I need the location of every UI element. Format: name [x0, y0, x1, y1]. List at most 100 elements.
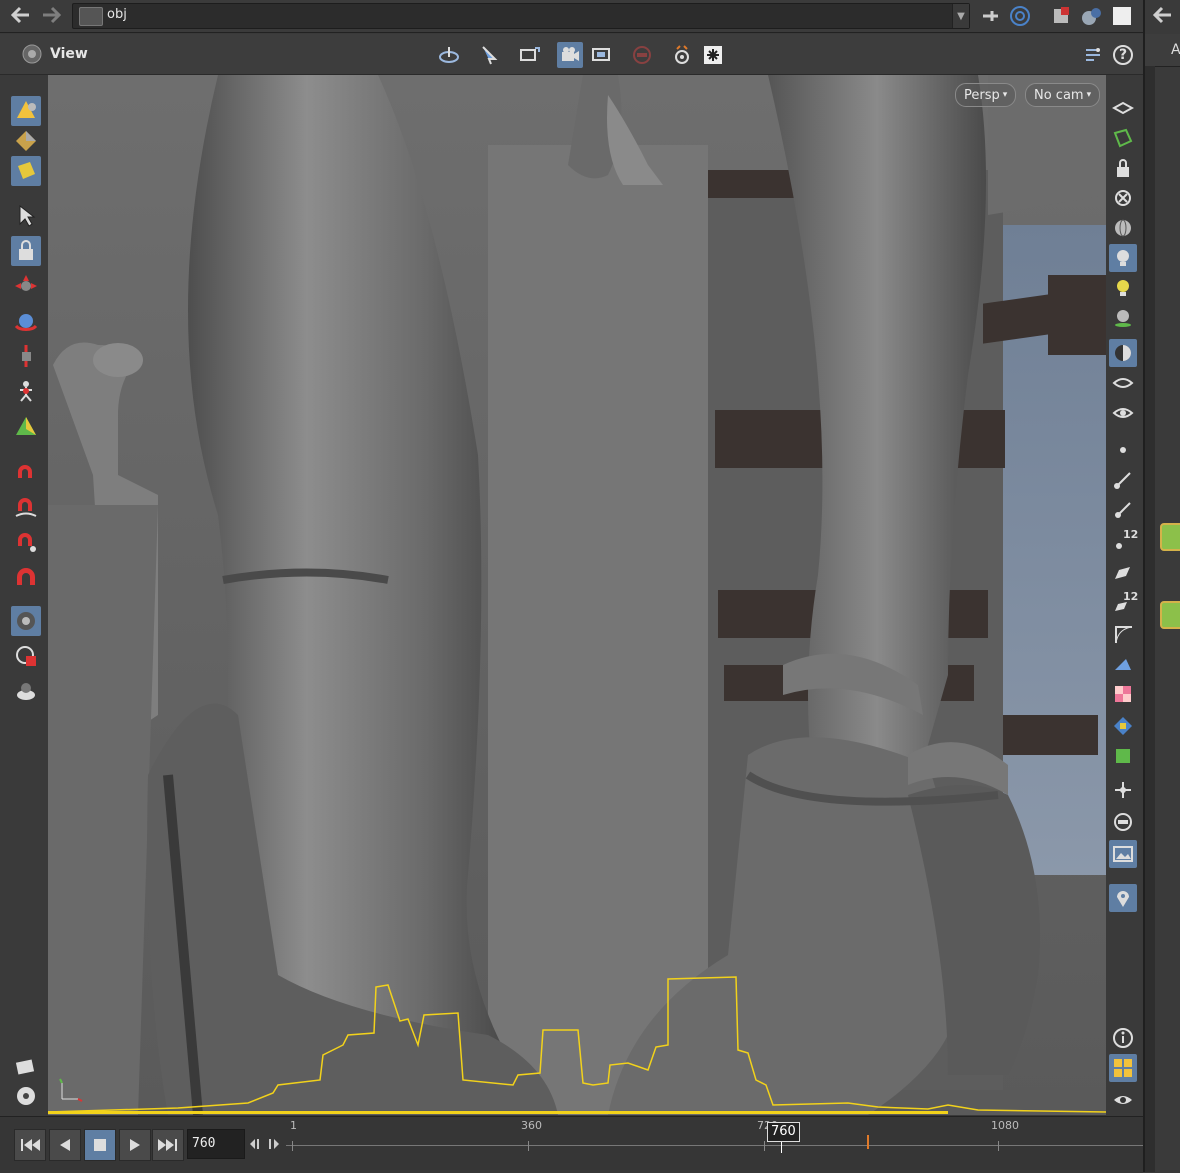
parameter-tab-green-b[interactable] — [1160, 601, 1180, 629]
high-quality-lighting-icon[interactable] — [1109, 304, 1137, 332]
scene-cube-icon[interactable] — [1050, 4, 1074, 28]
network-path-bar: obj ▼ — [0, 0, 1180, 33]
3d-viewport[interactable]: Persp ▾ No cam ▾ — [48, 75, 1106, 1115]
notes-tool-icon[interactable] — [11, 1051, 41, 1081]
point-numbers-icon[interactable]: 12 — [1109, 526, 1139, 554]
background-image-icon[interactable] — [1109, 840, 1137, 868]
render-flipbook-icon[interactable] — [700, 42, 726, 68]
point-numbers-count: 12 — [1123, 528, 1139, 541]
snap-point-magnet-icon[interactable] — [11, 526, 41, 556]
projection-menu[interactable]: Persp ▾ — [955, 83, 1017, 107]
target-link-icon[interactable] — [1008, 4, 1032, 28]
pointer-tool-icon[interactable] — [11, 201, 41, 231]
snap-curve-magnet-icon[interactable] — [11, 491, 41, 521]
jump-to-start-icon[interactable] — [14, 1129, 46, 1161]
jump-to-end-icon[interactable] — [152, 1129, 184, 1161]
play-forward-icon[interactable] — [119, 1129, 151, 1161]
select-objects-icon[interactable] — [11, 96, 41, 126]
wireframe-sphere-icon[interactable] — [1109, 214, 1137, 242]
view-menu-icon[interactable] — [20, 42, 44, 66]
transform-handles-display-icon[interactable] — [1109, 776, 1137, 804]
step-forward-icon[interactable] — [266, 1137, 282, 1155]
select-geometry-icon[interactable] — [11, 126, 41, 156]
ghost-objects-icon[interactable] — [629, 42, 655, 68]
help-label: ? — [1118, 47, 1128, 63]
film-reel-icon[interactable] — [11, 1081, 41, 1111]
transform-handles-icon[interactable] — [516, 42, 542, 68]
visibility-eye-icon[interactable] — [1109, 1086, 1137, 1114]
backface-display-icon[interactable] — [1109, 650, 1137, 678]
maximize-pane-icon[interactable] — [1110, 4, 1134, 28]
camera-lock-icon[interactable] — [557, 42, 583, 68]
major-tick — [528, 1141, 529, 1151]
snapshot-camera-icon[interactable] — [669, 42, 695, 68]
adjacent-back-arrow-icon[interactable] — [1152, 6, 1173, 28]
network-path-text: obj — [107, 7, 127, 22]
safe-area-icon[interactable] — [1109, 808, 1137, 836]
major-tick — [292, 1141, 293, 1151]
headlight-icon[interactable] — [1109, 244, 1137, 272]
visualizer-options-icon[interactable] — [1109, 399, 1137, 427]
cop-texture-icon[interactable] — [1109, 712, 1137, 740]
step-back-icon[interactable] — [248, 1137, 264, 1155]
primitive-numbers-icon[interactable]: 12 — [1109, 588, 1138, 616]
scene-render — [48, 75, 1106, 1115]
help-icon[interactable]: ? — [1110, 42, 1136, 68]
scale-tool-icon[interactable] — [11, 341, 41, 371]
visualizer-eye-icon[interactable] — [1109, 369, 1137, 397]
camera-menu[interactable]: No cam ▾ — [1025, 83, 1101, 107]
location-pin-icon[interactable] — [1109, 884, 1137, 912]
shading-spheres-icon[interactable] — [1080, 4, 1104, 28]
rotate-tool-icon[interactable] — [11, 306, 41, 336]
snap-magnet-icon[interactable] — [11, 561, 41, 591]
projection-label: Persp — [964, 87, 1000, 103]
viewport-display-icon[interactable] — [588, 42, 614, 68]
shaded-display-icon[interactable] — [1109, 339, 1137, 367]
hide-display-icon[interactable] — [1109, 184, 1137, 212]
volume-display-icon[interactable] — [1109, 742, 1137, 770]
point-normal-icon[interactable] — [1109, 466, 1137, 494]
point-trail-icon[interactable] — [1109, 496, 1137, 524]
light-bulb-tool-icon[interactable] — [11, 676, 41, 706]
snap-grid-magnet-icon[interactable] — [11, 456, 41, 486]
current-frame-input[interactable] — [187, 1129, 245, 1159]
primitive-display-icon[interactable] — [1109, 558, 1137, 586]
normal-lighting-icon[interactable] — [1109, 274, 1137, 302]
adjacent-pane: Ac — [1143, 0, 1180, 1172]
back-arrow-icon[interactable] — [8, 4, 34, 26]
camera-label: No cam — [1034, 87, 1084, 103]
network-path-field[interactable]: obj ▼ — [72, 3, 970, 29]
play-backward-icon[interactable] — [49, 1129, 81, 1161]
viewport-layout-icon[interactable] — [1109, 1054, 1137, 1082]
forward-arrow-icon[interactable] — [38, 4, 64, 26]
select-tool-icon[interactable] — [476, 42, 502, 68]
lock-transform-icon[interactable] — [11, 236, 41, 266]
adjacent-pane-label: Ac — [1171, 42, 1180, 58]
layers-display-icon[interactable] — [1109, 94, 1137, 122]
uv-checker-icon[interactable] — [1109, 680, 1137, 708]
viewport-camera-icon[interactable] — [11, 606, 41, 636]
path-dropdown-arrow-icon[interactable]: ▼ — [952, 4, 969, 28]
playhead-frame-flag: 760 — [767, 1122, 800, 1142]
parameter-tab-green-a[interactable] — [1160, 523, 1180, 551]
point-display-icon[interactable] — [1109, 436, 1137, 464]
move-tool-icon[interactable] — [11, 271, 41, 301]
lock-display-icon[interactable] — [1109, 154, 1137, 182]
stop-icon[interactable] — [84, 1129, 116, 1161]
pose-tool-icon[interactable] — [11, 376, 41, 406]
handle-tool-icon[interactable] — [11, 411, 41, 441]
display-options-icon[interactable] — [1080, 42, 1106, 68]
right-display-shelf: 12 12 — [1106, 86, 1138, 1116]
info-icon[interactable] — [1109, 1024, 1137, 1052]
left-tool-shelf — [8, 86, 48, 1116]
major-tick — [764, 1141, 765, 1151]
geometry-display-icon[interactable] — [1109, 124, 1137, 152]
tumble-tool-icon[interactable] — [436, 42, 462, 68]
tick-label: 1080 — [991, 1119, 1019, 1132]
edge-display-icon[interactable] — [1109, 620, 1137, 648]
select-dynamics-icon[interactable] — [11, 156, 41, 186]
timeline-scrubber[interactable]: 1 360 720 1080 — [286, 1117, 1143, 1173]
pin-icon[interactable] — [978, 4, 1002, 28]
tick-label: 360 — [521, 1119, 542, 1132]
construction-plane-icon[interactable] — [11, 641, 41, 671]
